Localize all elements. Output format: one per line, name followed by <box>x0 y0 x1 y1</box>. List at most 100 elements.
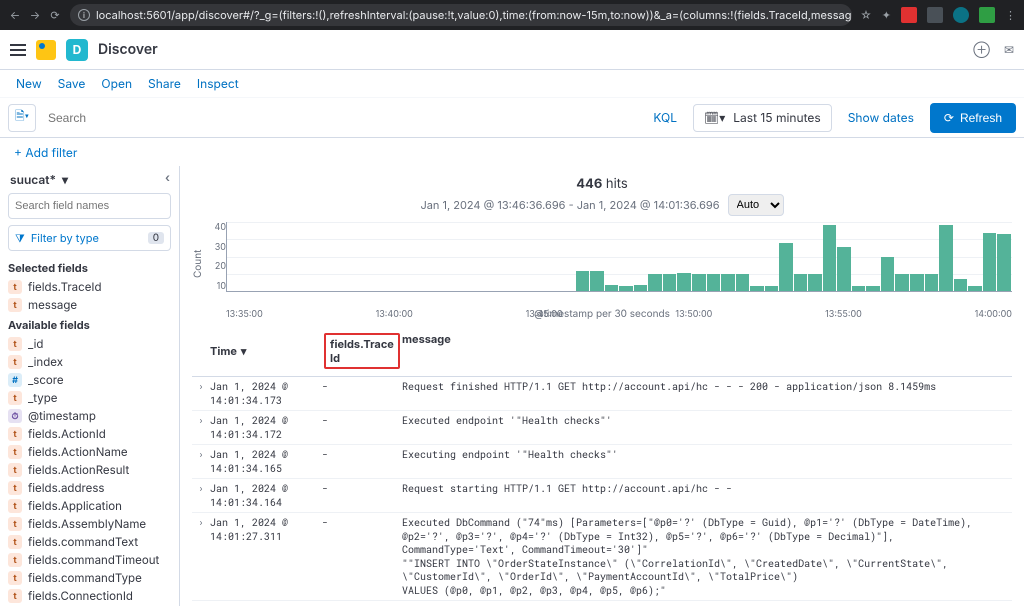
field-name: _index <box>28 355 63 369</box>
th-message[interactable]: message <box>402 332 1012 370</box>
cell-traceid: - <box>322 516 402 597</box>
field-type-icon: t <box>8 553 22 567</box>
calendar-icon: 🗓▾ <box>704 110 725 125</box>
new-tab-icon[interactable]: ⊕ <box>973 42 990 57</box>
url-bar[interactable]: i localhost:5601/app/discover#/?_g=(filt… <box>70 4 852 26</box>
field-item[interactable]: tfields.commandType <box>8 569 171 587</box>
field-type-icon: t <box>8 481 22 495</box>
index-pattern-switcher[interactable]: suucat* ▾ ‹ <box>0 166 179 193</box>
field-item[interactable]: #_score <box>8 371 171 389</box>
field-item[interactable]: tfields.address <box>8 479 171 497</box>
main: suucat* ▾ ‹ ⧩ Filter by type 0 Selected … <box>0 166 1024 606</box>
field-name: fields.ConnectionId <box>28 589 133 603</box>
kql-toggle[interactable]: KQL <box>643 110 687 125</box>
cell-time: Jan 1, 2024 @ 14:01:27.311 <box>210 516 322 597</box>
field-type-icon: t <box>8 280 22 294</box>
app-bar: D Discover ⊕ ✉ <box>0 30 1024 70</box>
refresh-icon: ⟳ <box>944 111 954 125</box>
histogram-chart[interactable]: Count 40 30 20 10 13:35:0013:40:0013:45:… <box>192 222 1012 320</box>
page-title: Discover <box>98 41 158 58</box>
refresh-button[interactable]: ⟳ Refresh <box>930 103 1016 133</box>
field-item[interactable]: t fields.ConnectionId <box>8 587 171 605</box>
th-time[interactable]: Time ▾ <box>210 332 322 370</box>
expand-row-icon[interactable]: › <box>192 380 210 407</box>
field-item[interactable]: t fields.commandText <box>8 533 171 551</box>
inbox-icon[interactable]: ✉ <box>1004 42 1014 57</box>
field-name: fields.AssemblyName <box>28 517 146 531</box>
cell-time: Jan 1, 2024 @ 14:01:34.164 <box>210 482 322 509</box>
ext-teal-icon[interactable] <box>953 7 969 23</box>
interval-select[interactable]: Auto <box>728 194 784 216</box>
field-name: fields.commandType <box>28 571 142 585</box>
th-traceid[interactable]: fields.TraceId <box>324 333 400 369</box>
share-link[interactable]: Share <box>148 76 181 91</box>
show-dates-link[interactable]: Show dates <box>838 110 924 125</box>
cell-traceid: - <box>322 414 402 441</box>
field-item[interactable]: tfields.Application <box>8 497 171 515</box>
content: 446 hits Jan 1, 2024 @ 13:46:36.696 - Ja… <box>180 166 1024 606</box>
table-row: ›Jan 1, 2024 @ 14:01:27.291-Request fini… <box>192 601 1012 606</box>
add-filter-button[interactable]: + Add filter <box>14 145 77 160</box>
expand-row-icon[interactable]: › <box>192 516 210 597</box>
collapse-sidebar-icon[interactable]: ‹ <box>165 170 180 186</box>
field-item[interactable]: t_type <box>8 389 171 407</box>
y-axis: 40 30 20 10 <box>206 222 226 306</box>
field-type-icon: t <box>8 427 22 441</box>
filter-by-type[interactable]: ⧩ Filter by type 0 <box>8 225 171 251</box>
field-item[interactable]: tmessage <box>8 296 171 314</box>
table-head: Time ▾ fields.TraceId message <box>192 326 1012 377</box>
field-item[interactable]: tfields.AssemblyName <box>8 515 171 533</box>
field-name: _id <box>28 337 43 351</box>
field-name: @timestamp <box>28 409 96 423</box>
expand-row-icon[interactable]: › <box>192 482 210 509</box>
field-name: fields.Application <box>28 499 122 513</box>
reload-icon[interactable]: ⟳ <box>48 8 62 22</box>
field-type-icon: t <box>8 535 22 549</box>
table-row: ›Jan 1, 2024 @ 14:01:34.172-Executed end… <box>192 411 1012 445</box>
field-type-icon: t <box>8 337 22 351</box>
ext-gray-icon[interactable] <box>927 7 943 23</box>
hit-count: 446 hits <box>192 176 1012 192</box>
browser-chrome: ← → ⟳ i localhost:5601/app/discover#/?_g… <box>0 0 1024 30</box>
new-link[interactable]: New <box>16 76 42 91</box>
star-icon[interactable]: ☆ <box>860 8 872 22</box>
elastic-logo[interactable] <box>36 40 56 60</box>
open-link[interactable]: Open <box>101 76 132 91</box>
cell-time: Jan 1, 2024 @ 14:01:34.172 <box>210 414 322 441</box>
ext-green-icon[interactable] <box>979 7 995 23</box>
expand-row-icon[interactable]: › <box>192 448 210 475</box>
query-options-button[interactable]: 🗎▾ <box>8 104 36 132</box>
search-input[interactable] <box>42 104 637 132</box>
ext-red-icon[interactable] <box>901 7 917 23</box>
field-item[interactable]: tfields.TraceId <box>8 278 171 296</box>
extension-icon[interactable]: ✦ <box>882 8 891 22</box>
field-item[interactable]: ⏱ @timestamp <box>8 407 171 425</box>
expand-row-icon[interactable]: › <box>192 414 210 441</box>
menu-icon[interactable]: ⋮ <box>1005 8 1016 22</box>
save-link[interactable]: Save <box>58 76 86 91</box>
field-item[interactable]: tfields.commandTimeout <box>8 551 171 569</box>
field-name: fields.commandText <box>28 535 138 549</box>
field-type-icon: t <box>8 589 22 603</box>
field-item[interactable]: t fields.ActionId <box>8 425 171 443</box>
date-text: Last 15 minutes <box>733 110 820 125</box>
discover-badge: D <box>66 39 88 61</box>
field-item[interactable]: tfields.ActionResult <box>8 461 171 479</box>
field-name: fields.ActionName <box>28 445 128 459</box>
field-search-input[interactable] <box>8 193 171 219</box>
date-picker[interactable]: 🗓▾ Last 15 minutes <box>693 104 832 132</box>
field-item[interactable]: t _id <box>8 335 171 353</box>
field-item[interactable]: t_index <box>8 353 171 371</box>
forward-icon[interactable]: → <box>28 8 42 22</box>
field-name: fields.ActionResult <box>28 463 129 477</box>
field-item[interactable]: tfields.ActionName <box>8 443 171 461</box>
filter-icon: ⧩ <box>15 231 25 246</box>
filter-type-label: Filter by type <box>31 231 99 245</box>
inspect-link[interactable]: Inspect <box>197 76 239 91</box>
back-icon[interactable]: ← <box>8 8 22 22</box>
field-search <box>8 193 171 219</box>
field-name: fields.ActionId <box>28 427 106 441</box>
site-info-icon[interactable]: i <box>78 9 90 21</box>
hamburger-icon[interactable] <box>10 44 26 56</box>
field-type-icon: ⏱ <box>8 409 22 423</box>
